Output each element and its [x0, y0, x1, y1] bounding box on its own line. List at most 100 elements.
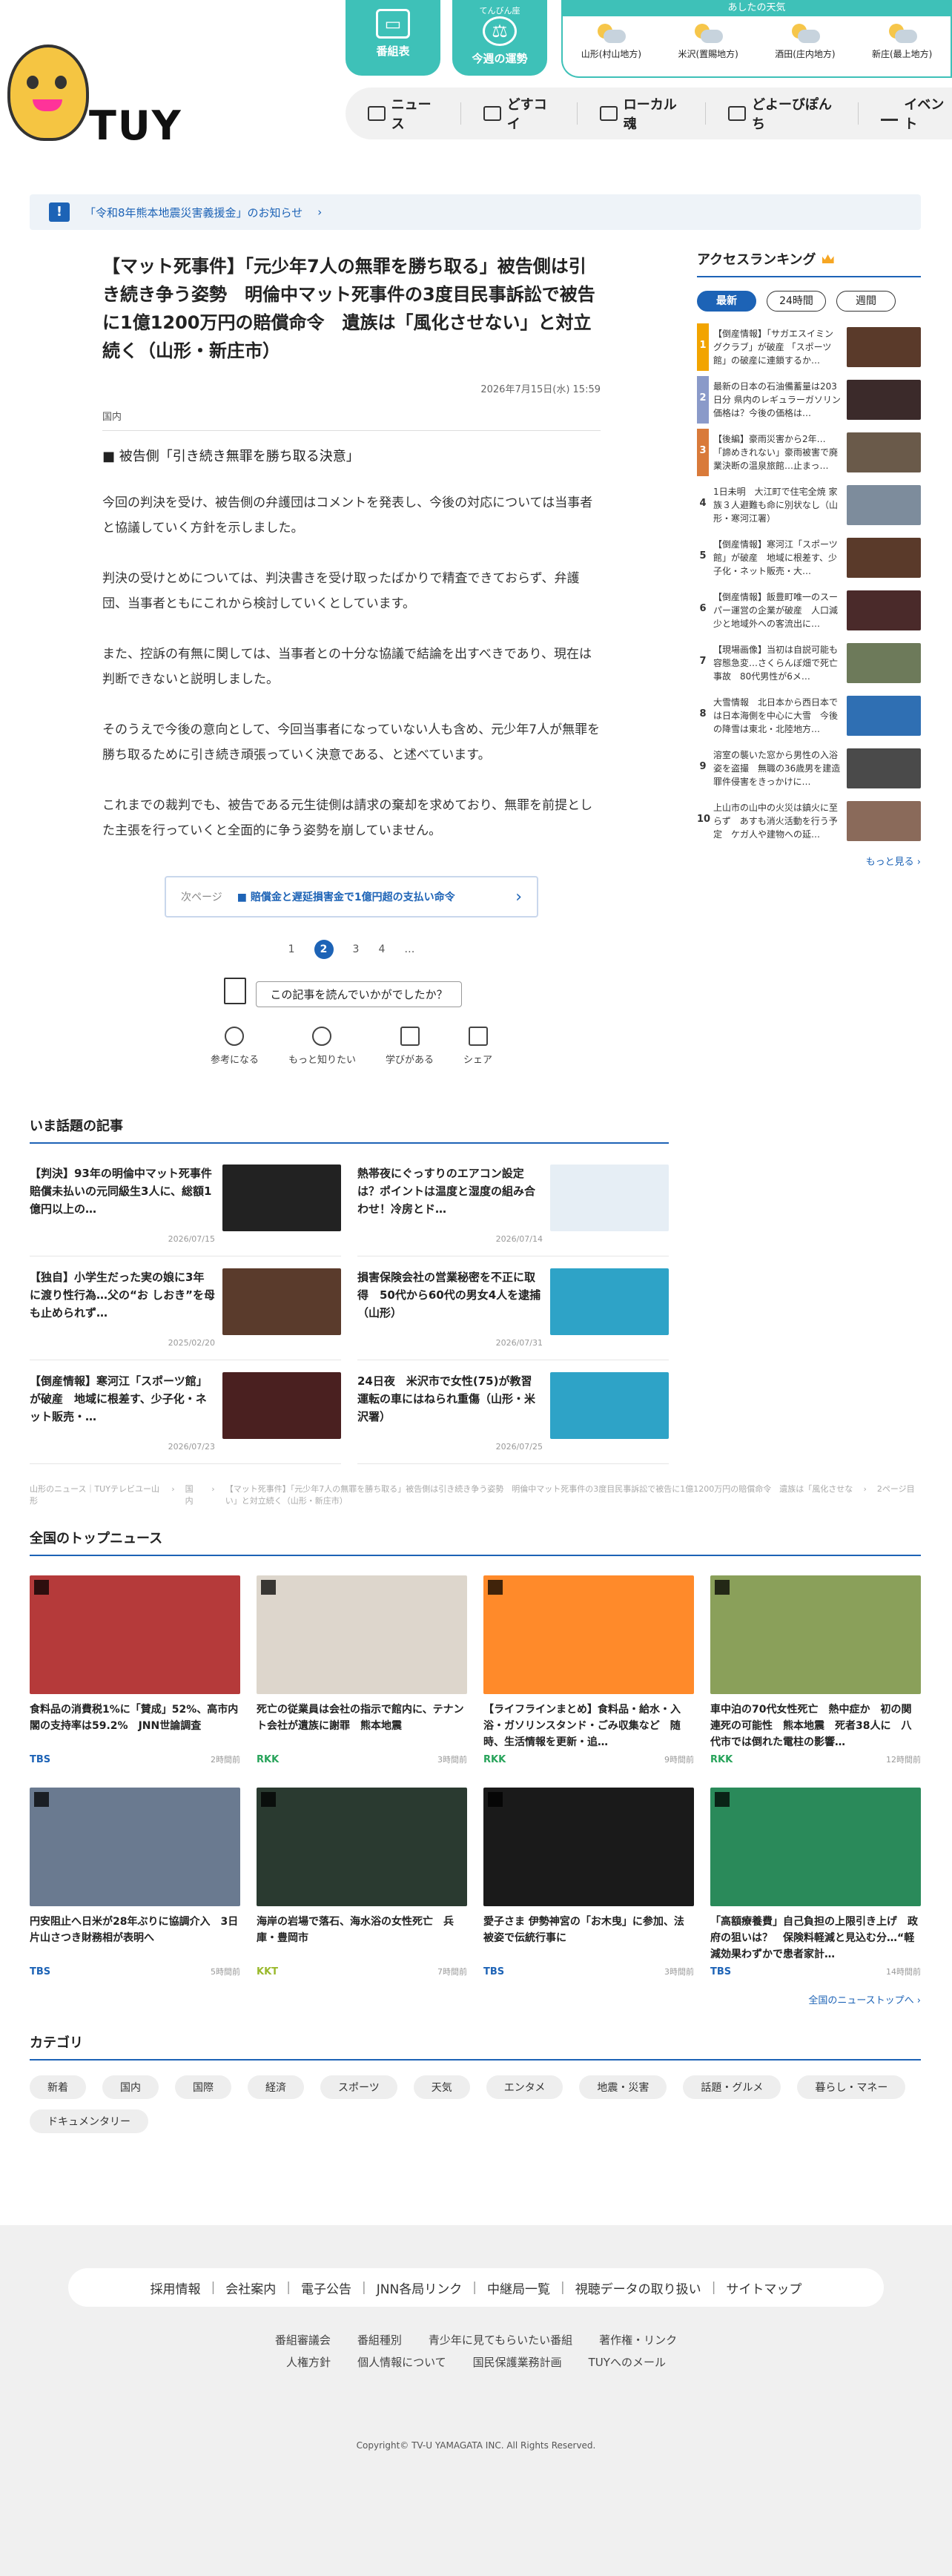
- ranking-number: 3: [697, 429, 709, 476]
- breadcrumb-item[interactable]: 国内: [185, 1483, 202, 1507]
- nav-local[interactable]: ローカル魂: [600, 94, 683, 133]
- footer-link[interactable]: JNN各局リンク: [377, 2279, 462, 2297]
- national-news-card[interactable]: 「高額療養費」自己負担の上限引き上げ 政府の狙いは？ 保険料軽減と見込む分…“軽…: [710, 1788, 921, 1977]
- partly-cloudy-icon: [693, 22, 724, 45]
- ranking-item[interactable]: 2 最新の日本の石油備蓄量は203日分 県内のレギュラーガソリン価格は？今後の価格…: [697, 376, 921, 424]
- category-tag[interactable]: 国際: [175, 2075, 231, 2099]
- news-title: 愛子さま 伊勢神宮の「お木曳」に参加、法被姿で伝統行事に: [483, 1916, 684, 1944]
- category-tag[interactable]: 地震・災害: [579, 2075, 667, 2099]
- footer-link[interactable]: 著作権・リンク: [599, 2333, 677, 2347]
- video-play-icon: [715, 1580, 730, 1595]
- footer-link[interactable]: 国民保護業務計画: [473, 2356, 562, 2369]
- weather-city[interactable]: 米沢(置賜地方): [671, 22, 745, 60]
- nav-dosukoi[interactable]: どすコイ: [483, 94, 555, 133]
- page-link[interactable]: 3: [353, 943, 360, 955]
- ranking-item[interactable]: 7 【現場画像】当初は自説可能も容態急変…さくらんぼ畑で死亡事故 80代男性が6メ…: [697, 639, 921, 687]
- weather-city-name: 酒田(庄内地方): [775, 49, 836, 59]
- footer-link[interactable]: 番組審議会: [275, 2333, 331, 2347]
- nav-divider: [577, 102, 578, 125]
- ranking-item[interactable]: 1 【倒産情報】「サガエスイミングクラブ」が破産 「スポーツ館」の破産に連鎖するか…: [697, 323, 921, 371]
- weather-widget[interactable]: あしたの天気 山形(村山地方) 米沢(置賜地方) 酒田(庄内地方) 新庄(最上地…: [561, 0, 952, 78]
- footer-divider: |: [560, 2280, 565, 2295]
- weather-city[interactable]: 山形(村山地方): [574, 22, 648, 60]
- national-news-card[interactable]: 食料品の消費税1%に「賛成」52%、高市内閣の支持率は59.2% JNN世論調査…: [30, 1575, 240, 1765]
- ranking-text: 上山市の山中の火災は鎮火に至らず あすも消火活動を行う予定 ケガ人や建物への延…: [713, 803, 839, 840]
- hot-topic-title: 損害保険会社の営業秘密を不正に取得 50代から60代の男女4人を逮捕（山形）: [357, 1271, 541, 1320]
- category-tag[interactable]: 国内: [102, 2075, 159, 2099]
- notice-banner[interactable]: ! 「令和8年熊本地震災害義援金」のお知らせ ›: [30, 194, 921, 230]
- notice-text: 「令和8年熊本地震災害義援金」のお知らせ: [85, 205, 303, 220]
- tuy-logo[interactable]: TUY: [7, 45, 208, 149]
- category-tag[interactable]: 新着: [30, 2075, 86, 2099]
- national-news-card[interactable]: 円安阻止へ日米が28年ぶりに協調介入 3日 片山さつき財務相が表明へ TBS 5時間…: [30, 1788, 240, 1977]
- footer-link[interactable]: 青少年に見てもらいたい番組: [429, 2333, 572, 2347]
- page-link[interactable]: 1: [288, 943, 295, 955]
- footer-link[interactable]: 個人情報について: [357, 2356, 446, 2369]
- share-button[interactable]: シェア: [463, 1027, 492, 1066]
- ranking-number: 1: [697, 323, 709, 371]
- footer-link[interactable]: サイトマップ: [726, 2279, 801, 2297]
- next-page-button[interactable]: 次ページ ■ 賠償金と遅延損害金で1億円超の支払い命令 ›: [165, 876, 538, 918]
- feedback-question: この記事を読んでいかがでしたか？: [224, 978, 462, 1007]
- hot-topic-card[interactable]: 【倒産情報】寒河江「スポーツ館」が破産 地域に根差す、少子化・ネット販売・… 20…: [30, 1372, 341, 1464]
- nav-label: イベント: [904, 97, 945, 132]
- footer-link[interactable]: 会社案内: [225, 2279, 276, 2297]
- tab-latest[interactable]: 最新: [697, 291, 756, 312]
- hot-topic-date: 2026/07/14: [495, 1234, 543, 1244]
- news-title: 【ライフラインまとめ】食料品・給水・入浴・ガソリンスタンド・ごみ収集など 随時、…: [483, 1704, 681, 1748]
- ranking-item[interactable]: 3 【後編】豪雨災害から2年…「諦めきれない」豪雨被害で廃業決断の温泉旅館…止まっ…: [697, 429, 921, 476]
- horoscope-button[interactable]: てんびん座 ⚖ 今週の運勢: [452, 0, 547, 76]
- category-tag[interactable]: エンタメ: [486, 2075, 563, 2099]
- footer-link[interactable]: 中継局一覧: [487, 2279, 550, 2297]
- nav-divider: [858, 102, 859, 125]
- tab-24h[interactable]: 24時間: [767, 291, 826, 312]
- category-tag[interactable]: 経済: [248, 2075, 304, 2099]
- national-news-card[interactable]: 愛子さま 伊勢神宮の「お木曳」に参加、法被姿で伝統行事に TBS 3時間前: [483, 1788, 694, 1977]
- footer-link[interactable]: 視聴データの取り扱い: [575, 2279, 701, 2297]
- tv-schedule-button[interactable]: ▭ 番組表: [346, 0, 440, 76]
- tab-weekly[interactable]: 週間: [836, 291, 896, 312]
- news-footer: KKT 7時間前: [257, 1966, 467, 1977]
- category-tag[interactable]: 天気: [413, 2075, 470, 2099]
- nav-news[interactable]: ニュース: [368, 94, 438, 133]
- article-category[interactable]: 国内: [102, 409, 601, 431]
- ranking-item[interactable]: 6 【倒産情報】飯豊町唯一のスーパー運営の企業が破産 人口減少と地域外への客流出に…: [697, 587, 921, 634]
- copyright: Copyright© TV-U YAMAGATA INC. All Rights…: [356, 2440, 596, 2451]
- reaction-learn-button[interactable]: 学びがある: [386, 1027, 434, 1066]
- ranking-more-link[interactable]: もっと見る ›: [697, 854, 921, 868]
- hot-topic-card[interactable]: 熱帯夜にぐっすりのエアコン設定は？ポイントは温度と湿度の組み合わせ！冷房とド… 2…: [357, 1165, 669, 1256]
- footer-link[interactable]: 電子公告: [301, 2279, 351, 2297]
- news-source: TBS: [30, 1753, 51, 1765]
- ranking-item[interactable]: 9 溶室の襲いた窓から男性の入浴姿を盗撮 無職の36歳男を建造罪件侵害をきっかけに…: [697, 745, 921, 792]
- category-tag[interactable]: 話題・グルメ: [683, 2075, 781, 2099]
- hot-topic-card[interactable]: 【判決】93年の明倫中マット死事件 賠償未払いの元同級生3人に、総額1億円以上の…: [30, 1165, 341, 1256]
- page-link[interactable]: 4: [378, 943, 385, 955]
- national-news-card[interactable]: 海岸の岩場で落石、海水浴の女性死亡 兵庫・豊岡市 KKT 7時間前: [257, 1788, 467, 1977]
- national-more-link[interactable]: 全国のニューストップへ ›: [30, 1992, 921, 2006]
- nav-event[interactable]: イベント: [881, 94, 952, 133]
- breadcrumb-item[interactable]: 山形のニュース｜TUYテレビユー山形: [30, 1483, 161, 1507]
- weather-city[interactable]: 酒田(庄内地方): [768, 22, 842, 60]
- weather-city[interactable]: 新庄(最上地方): [865, 22, 939, 60]
- footer-link[interactable]: TUYへのメール: [589, 2356, 666, 2369]
- ranking-item[interactable]: 8 大雪情報 北日本から西日本では日本海側を中心に大雪 今後の降雪は東北・北陸地方…: [697, 692, 921, 739]
- national-news-card[interactable]: 【ライフラインまとめ】食料品・給水・入浴・ガソリンスタンド・ごみ収集など 随時、…: [483, 1575, 694, 1765]
- video-play-icon: [261, 1792, 276, 1807]
- footer-link[interactable]: 番組種別: [357, 2333, 402, 2347]
- category-tag[interactable]: スポーツ: [320, 2075, 397, 2099]
- hot-topic-card[interactable]: 【独自】小学生だった実の娘に3年に渡り性行為…父の“お しおき”を母も止められず…: [30, 1268, 341, 1360]
- hot-topic-card[interactable]: 損害保険会社の営業秘密を不正に取得 50代から60代の男女4人を逮捕（山形） 20…: [357, 1268, 669, 1360]
- footer-link[interactable]: 人権方針: [286, 2356, 331, 2369]
- ranking-item[interactable]: 10 上山市の山中の火災は鎮火に至らず あすも消火活動を行う予定 ケガ人や建物への…: [697, 797, 921, 845]
- ranking-item[interactable]: 5 【倒産情報】寒河江「スポーツ館」が破産 地域に根差す、少子化・ネット販売・大…: [697, 534, 921, 582]
- category-tag[interactable]: ドキュメンタリー: [30, 2109, 148, 2133]
- national-news-card[interactable]: 車中泊の70代女性死亡 熱中症か 初の関連死の可能性 熊本地震 死者38人に 八…: [710, 1575, 921, 1765]
- ranking-item[interactable]: 4 1日未明 大江町で住宅全焼 家族３人避難も命に別状なし（山形・寒河江署）: [697, 481, 921, 529]
- national-news-card[interactable]: 死亡の従業員は会社の指示で館内に、テナント会社が遺族に謝罪 熊本地震 RKK 3時間…: [257, 1575, 467, 1765]
- hot-topic-card[interactable]: 24日夜 米沢市で女性(75)が教習運転の車にはねられ重傷（山形・米沢署） 202…: [357, 1372, 669, 1464]
- footer-link[interactable]: 採用情報: [151, 2279, 201, 2297]
- category-tag[interactable]: 暮らし・マネー: [797, 2075, 906, 2099]
- nav-doyobi[interactable]: どよーびぽんち: [728, 94, 836, 133]
- reaction-helpful-button[interactable]: 参考になる: [211, 1027, 259, 1066]
- reaction-more-button[interactable]: もっと知りたい: [288, 1027, 356, 1066]
